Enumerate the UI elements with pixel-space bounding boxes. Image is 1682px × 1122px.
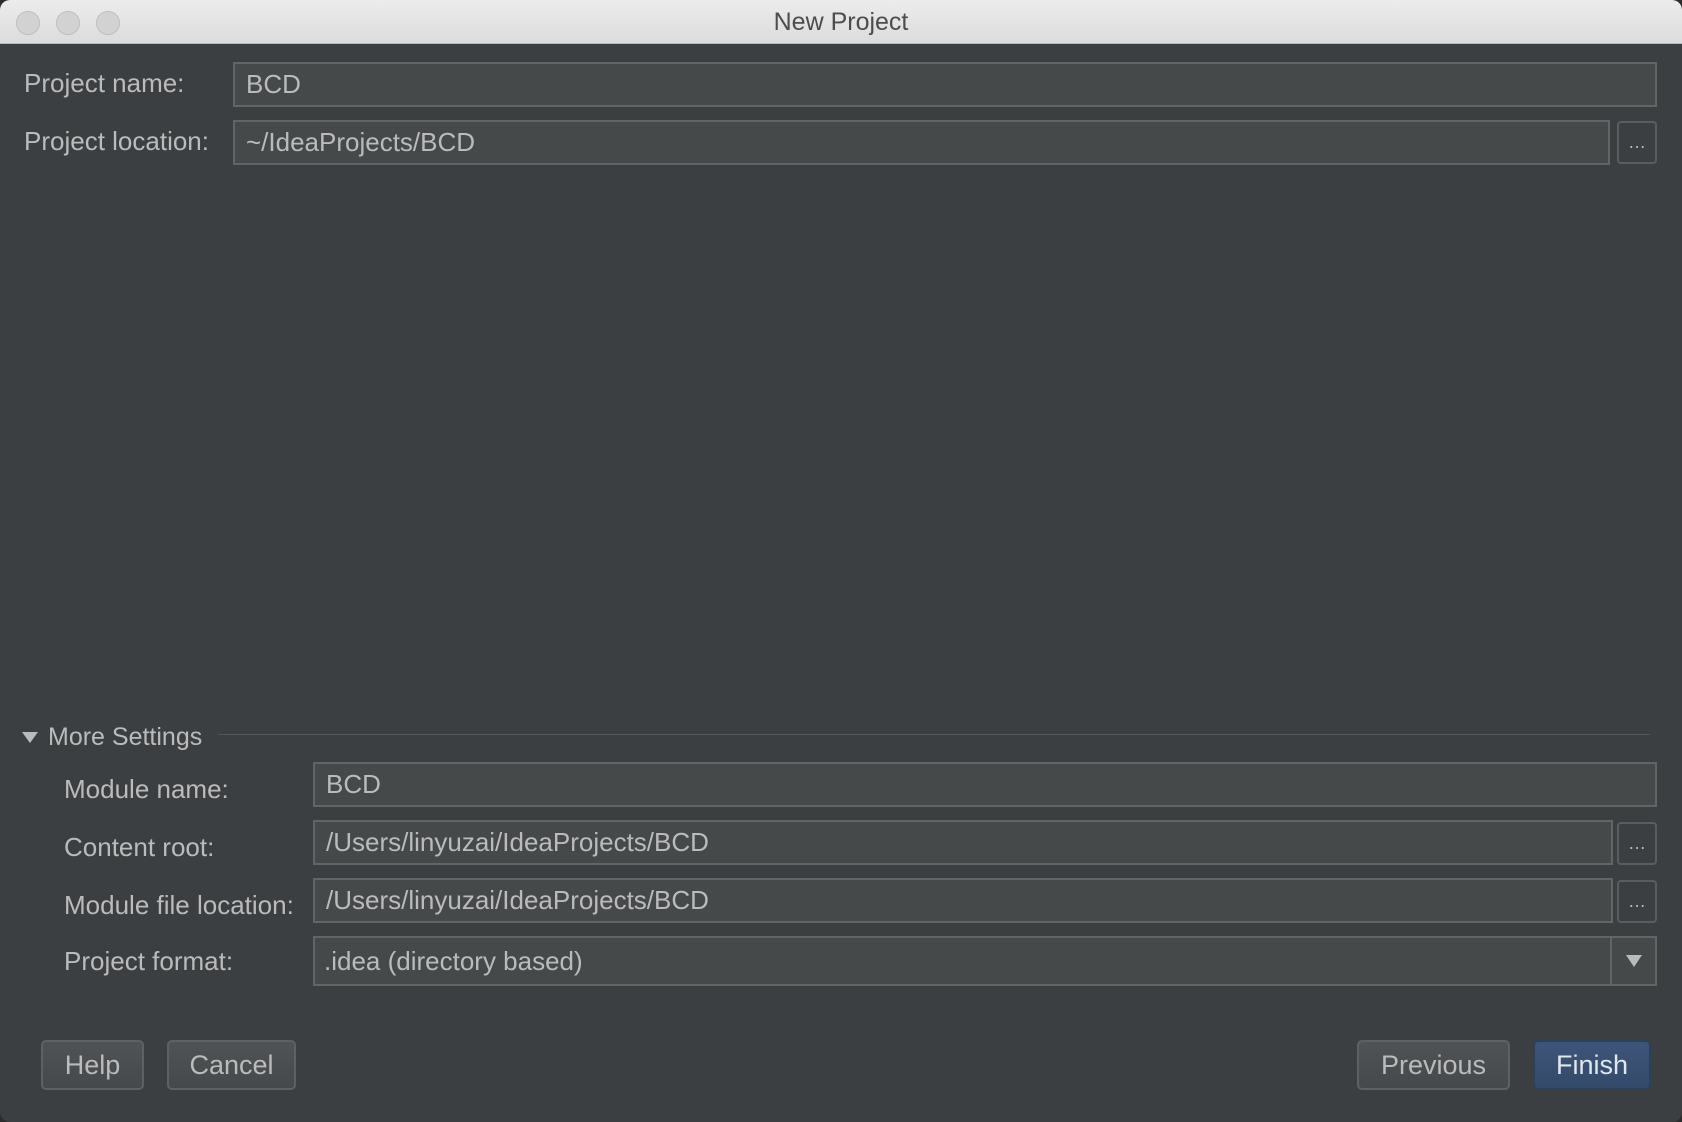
content-root-browse-button[interactable]: … [1617, 822, 1657, 865]
project-location-browse-button[interactable]: … [1617, 121, 1657, 164]
previous-button[interactable]: Previous [1357, 1040, 1510, 1090]
project-format-label: Project format: [64, 946, 234, 976]
more-settings-label: More Settings [48, 722, 203, 751]
chevron-down-icon [1625, 955, 1642, 967]
project-format-value: .idea (directory based) [313, 936, 1657, 986]
project-name-input[interactable]: BCD [233, 62, 1657, 107]
module-name-label: Module name: [64, 774, 229, 804]
content-root-label: Content root: [64, 832, 215, 862]
content-root-input[interactable]: /Users/linyuzai/IdeaProjects/BCD [313, 820, 1613, 865]
project-location-input[interactable]: ~/IdeaProjects/BCD [233, 120, 1610, 165]
project-format-select[interactable]: .idea (directory based) [313, 936, 1657, 986]
project-format-dropdown-button[interactable] [1610, 938, 1655, 984]
cancel-button[interactable]: Cancel [167, 1040, 296, 1090]
help-button[interactable]: Help [41, 1040, 144, 1090]
new-project-dialog: New Project Project name: BCD Project lo… [0, 0, 1682, 1122]
more-settings-divider [218, 734, 1650, 735]
finish-button[interactable]: Finish [1533, 1040, 1651, 1090]
module-name-input[interactable]: BCD [313, 762, 1657, 807]
project-name-label: Project name: [24, 68, 185, 98]
expand-triangle-icon [22, 731, 38, 743]
project-location-label: Project location: [24, 126, 209, 156]
window-title: New Project [773, 8, 909, 36]
module-file-location-input[interactable]: /Users/linyuzai/IdeaProjects/BCD [313, 878, 1613, 923]
title-bar: New Project [0, 0, 1682, 44]
module-file-location-label: Module file location: [64, 890, 294, 920]
module-file-location-browse-button[interactable]: … [1617, 880, 1657, 923]
more-settings-toggle[interactable]: More Settings [22, 722, 202, 752]
